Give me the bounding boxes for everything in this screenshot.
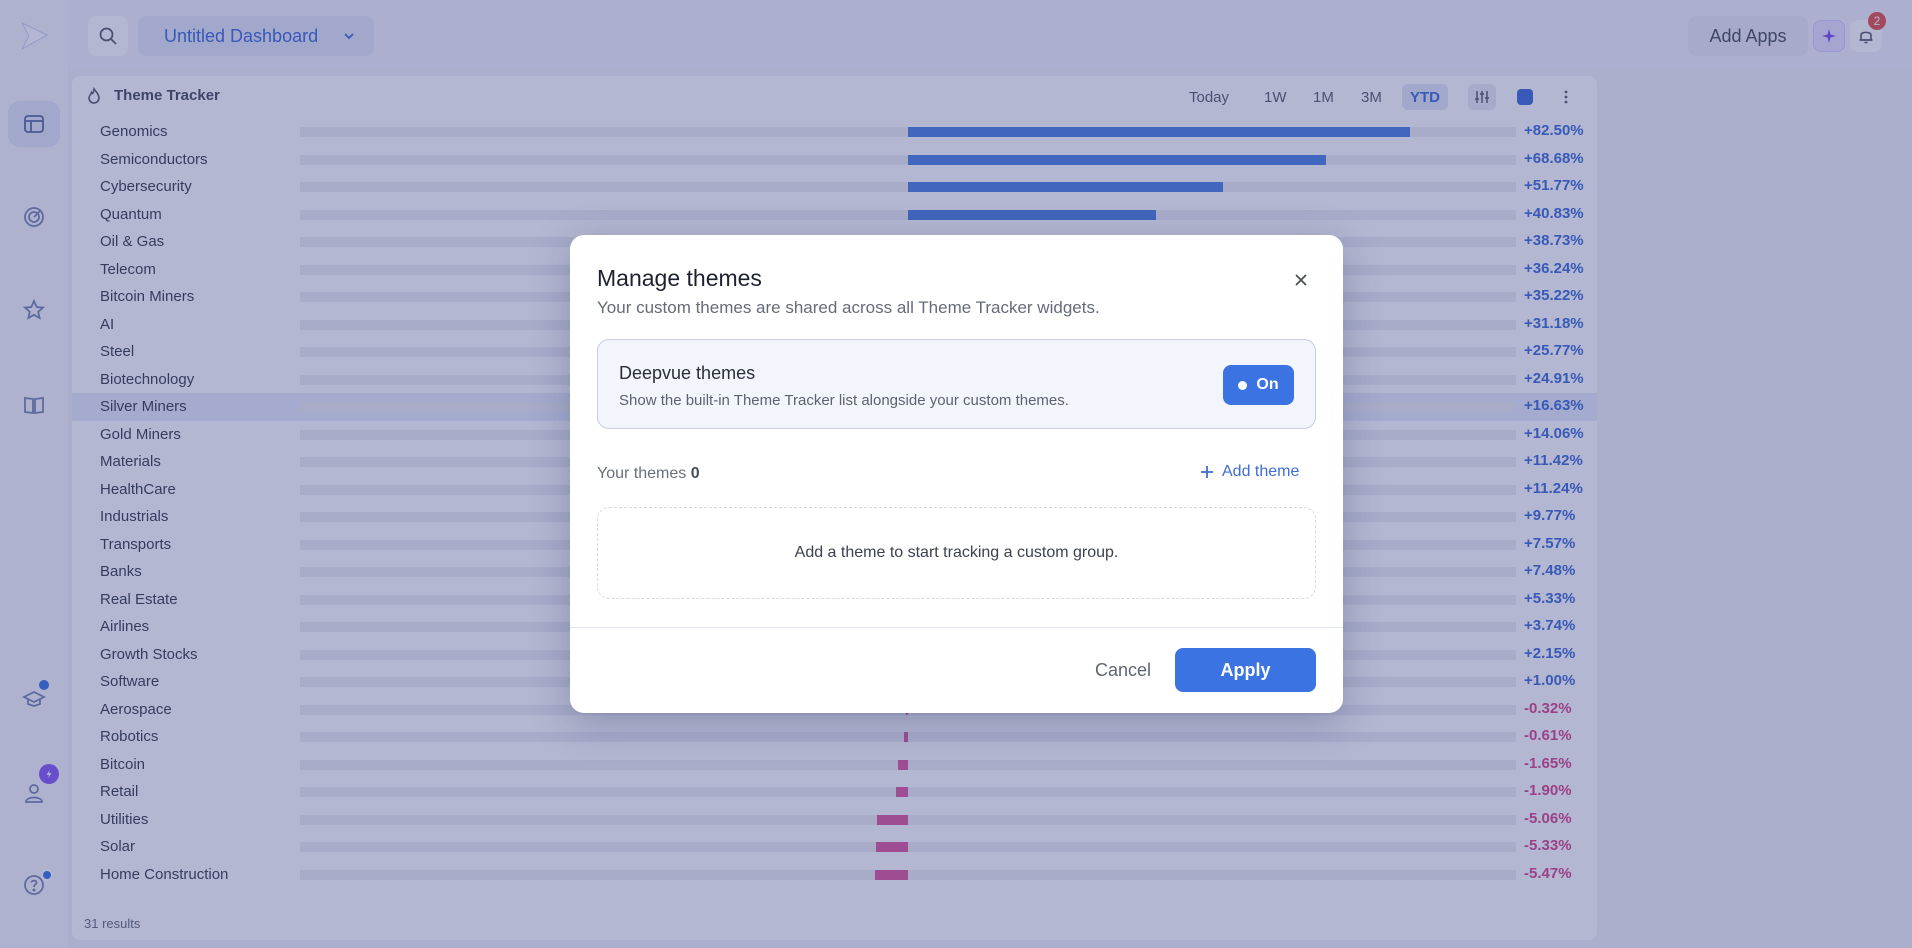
close-icon — [1295, 274, 1307, 286]
themes-empty-state: Add a theme to start tracking a custom g… — [597, 507, 1316, 599]
add-theme-label: Add theme — [1222, 463, 1300, 480]
plus-icon — [1201, 466, 1213, 478]
manage-themes-dialog: Manage themes Your custom themes are sha… — [570, 235, 1343, 713]
dialog-subtitle: Your custom themes are shared across all… — [597, 298, 1100, 317]
deepvue-themes-description: Show the built-in Theme Tracker list alo… — [619, 392, 1069, 409]
add-theme-button[interactable]: Add theme — [1200, 463, 1299, 481]
cancel-button[interactable]: Cancel — [1068, 648, 1178, 692]
your-themes-header: Your themes 0 — [597, 465, 700, 483]
apply-button[interactable]: Apply — [1175, 648, 1316, 692]
deepvue-themes-card: Deepvue themes Show the built-in Theme T… — [597, 339, 1316, 429]
deepvue-themes-title: Deepvue themes — [619, 363, 756, 383]
dialog-title: Manage themes — [597, 265, 762, 291]
close-button[interactable] — [1288, 267, 1314, 293]
toggle-label: On — [1256, 376, 1279, 393]
deepvue-themes-toggle[interactable]: On — [1223, 365, 1294, 405]
your-themes-count: 0 — [690, 465, 700, 482]
dialog-divider — [570, 627, 1343, 628]
your-themes-label: Your themes — [597, 465, 687, 482]
toggle-knob-icon — [1238, 380, 1248, 390]
